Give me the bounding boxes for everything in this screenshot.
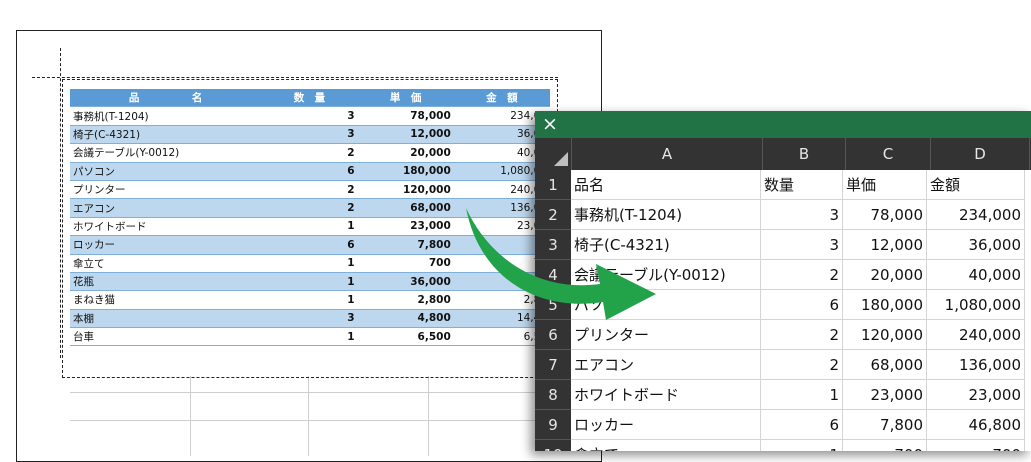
grid-line (428, 376, 429, 456)
arrow-icon (466, 208, 656, 320)
cell[interactable]: 3 (761, 200, 843, 230)
cell[interactable]: 2 (761, 320, 843, 350)
cell[interactable]: エアコン (571, 350, 761, 380)
cell[interactable]: 136,000 (927, 350, 1025, 380)
margin-guide-horizontal (32, 77, 558, 78)
cell[interactable]: 12,000 (843, 230, 927, 260)
cell[interactable]: 2 (761, 260, 843, 290)
cell[interactable]: 2 (761, 350, 843, 380)
sheet-row: 8 ホワイトボード 1 23,000 23,000 (535, 380, 1031, 410)
column-header-a[interactable]: A (572, 138, 763, 170)
cell[interactable]: 20,000 (843, 260, 927, 290)
select-all-corner[interactable] (535, 138, 572, 170)
cell[interactable]: 23,000 (843, 380, 927, 410)
select-all-triangle-icon (554, 152, 568, 166)
cell[interactable]: プリンター (571, 320, 761, 350)
cell[interactable]: 1,080,000 (927, 290, 1025, 320)
row-number[interactable]: 1 (535, 170, 571, 200)
cell[interactable]: 36,000 (927, 230, 1025, 260)
cell[interactable]: 7,800 (843, 410, 927, 440)
row-number[interactable]: 6 (535, 320, 571, 350)
grid-line (70, 420, 550, 421)
cell[interactable]: 品名 (571, 170, 761, 200)
column-header-c[interactable]: C (846, 138, 931, 170)
row-number[interactable]: 8 (535, 380, 571, 410)
sheet-row: 1 品名 数量 単価 金額 (535, 170, 1031, 200)
cell[interactable]: 78,000 (843, 200, 927, 230)
cell[interactable]: 23,000 (927, 380, 1025, 410)
cell[interactable]: ホワイトボード (571, 380, 761, 410)
cell[interactable]: 46,800 (927, 410, 1025, 440)
cell[interactable]: 数量 (761, 170, 843, 200)
cell[interactable]: ロッカー (571, 410, 761, 440)
row-number[interactable]: 9 (535, 410, 571, 440)
close-icon[interactable]: × (542, 113, 558, 135)
cell[interactable]: 金額 (927, 170, 1025, 200)
cell[interactable]: 180,000 (843, 290, 927, 320)
margin-guide-vertical (60, 48, 61, 358)
cell[interactable]: 6 (761, 410, 843, 440)
sheet-row: 9 ロッカー 6 7,800 46,800 (535, 410, 1031, 440)
cell[interactable]: 240,000 (927, 320, 1025, 350)
grid-line (190, 376, 191, 456)
sheet-row: 6 プリンター 2 120,000 240,000 (535, 320, 1031, 350)
grid-line (70, 392, 550, 393)
row-number[interactable]: 7 (535, 350, 571, 380)
column-header-row: A B C D (535, 138, 1031, 170)
cell[interactable]: 単価 (843, 170, 927, 200)
cell[interactable]: 6 (761, 290, 843, 320)
excel-title-bar: × (535, 111, 1031, 138)
cell[interactable]: 68,000 (843, 350, 927, 380)
sheet-row: 7 エアコン 2 68,000 136,000 (535, 350, 1031, 380)
column-header-b[interactable]: B (763, 138, 846, 170)
cell[interactable]: 120,000 (843, 320, 927, 350)
cell[interactable]: 40,000 (927, 260, 1025, 290)
cell[interactable]: 1 (761, 380, 843, 410)
cell[interactable]: 3 (761, 230, 843, 260)
grid-line (308, 376, 309, 456)
cell[interactable]: 234,000 (927, 200, 1025, 230)
column-header-d[interactable]: D (931, 138, 1030, 170)
